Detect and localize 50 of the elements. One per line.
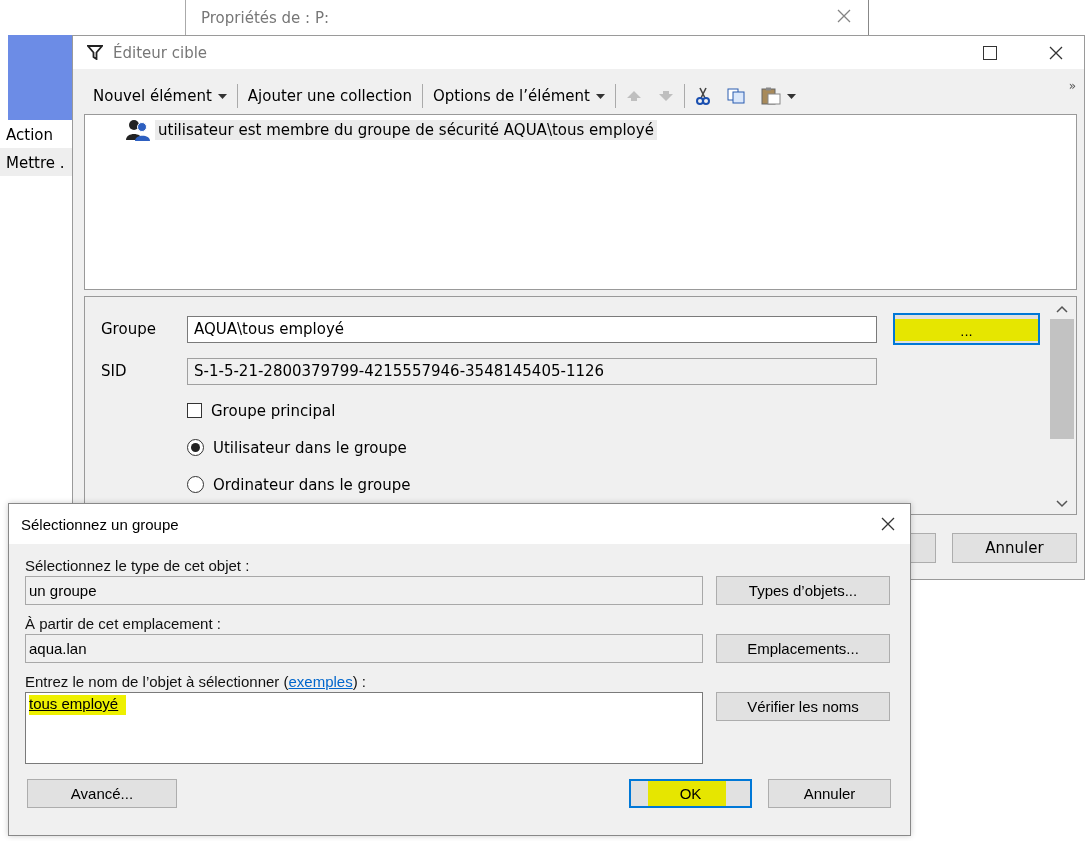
down-arrow-icon xyxy=(657,90,674,102)
dialog-title: Sélectionnez un groupe xyxy=(21,515,179,533)
field-label: SID xyxy=(101,362,128,380)
dialog-button[interactable]: Types d’objets... xyxy=(716,576,890,605)
close-icon[interactable] xyxy=(1048,44,1064,61)
paste-icon xyxy=(760,87,781,105)
check-names-button[interactable]: Vérifier les noms xyxy=(716,692,890,721)
toolbar-menu[interactable]: Options de l’élément xyxy=(424,83,613,109)
dialog-button[interactable]: Emplacements... xyxy=(716,634,890,663)
browse-button[interactable]: ... xyxy=(893,313,1040,345)
advanced-button[interactable]: Avancé... xyxy=(27,779,177,808)
overflow-button[interactable]: » xyxy=(1068,79,1076,93)
maximize-icon[interactable] xyxy=(982,44,998,61)
up-arrow-icon xyxy=(625,90,642,102)
window-title: Propriétés de : P: xyxy=(201,8,330,27)
field-label: Entrez le nom de l’objet à sélectionner (exemples) : xyxy=(25,672,367,690)
toolbar-button[interactable]: Ajouter une collection xyxy=(239,83,420,109)
option-label: Ordinateur dans le groupe xyxy=(213,475,411,494)
list-item[interactable]: utilisateur est membre du groupe de sécurité AQUA\tous employé xyxy=(155,120,657,140)
cancel-button[interactable]: Annuler xyxy=(768,779,891,808)
users-icon xyxy=(125,119,151,141)
window-title: Éditeur cible xyxy=(113,43,208,62)
side-panel-item[interactable]: Mettre . xyxy=(0,148,72,176)
sid-field[interactable]: S-1-5-21-2800379799-4215557946-3548145405-1126 xyxy=(187,357,877,385)
copy-icon xyxy=(726,88,745,104)
scroll-up-icon[interactable] xyxy=(1056,305,1068,313)
caret-icon xyxy=(786,93,796,99)
caret-icon xyxy=(217,93,227,99)
field-label: À partir de cet emplacement : xyxy=(25,614,221,632)
toolbar-menu[interactable]: Nouvel élément xyxy=(85,83,235,109)
examples-link[interactable]: exemples xyxy=(288,672,353,690)
close-icon[interactable] xyxy=(880,516,896,532)
readonly-field[interactable]: un groupe xyxy=(25,576,703,605)
readonly-field[interactable]: aqua.lan xyxy=(25,634,703,663)
checkbox[interactable] xyxy=(187,403,202,418)
side-panel-item[interactable]: Action xyxy=(0,120,72,148)
radio-button[interactable] xyxy=(187,439,204,456)
name-field[interactable]: tous employé xyxy=(25,692,703,764)
option-label: Utilisateur dans le groupe xyxy=(213,438,407,457)
caret-icon xyxy=(595,93,605,99)
scissors-icon xyxy=(694,87,711,105)
group-field[interactable]: AQUA\tous employé xyxy=(187,315,877,343)
scroll-down-icon[interactable] xyxy=(1056,500,1068,508)
option-label: Groupe principal xyxy=(211,401,336,420)
ok-button[interactable]: OK xyxy=(629,779,752,808)
filter-icon xyxy=(87,45,103,60)
radio-button[interactable] xyxy=(187,476,204,493)
field-label: Sélectionnez le type de cet objet : xyxy=(25,556,250,574)
field-label: Groupe xyxy=(101,320,157,338)
cancel-button[interactable]: Annuler xyxy=(952,533,1077,563)
